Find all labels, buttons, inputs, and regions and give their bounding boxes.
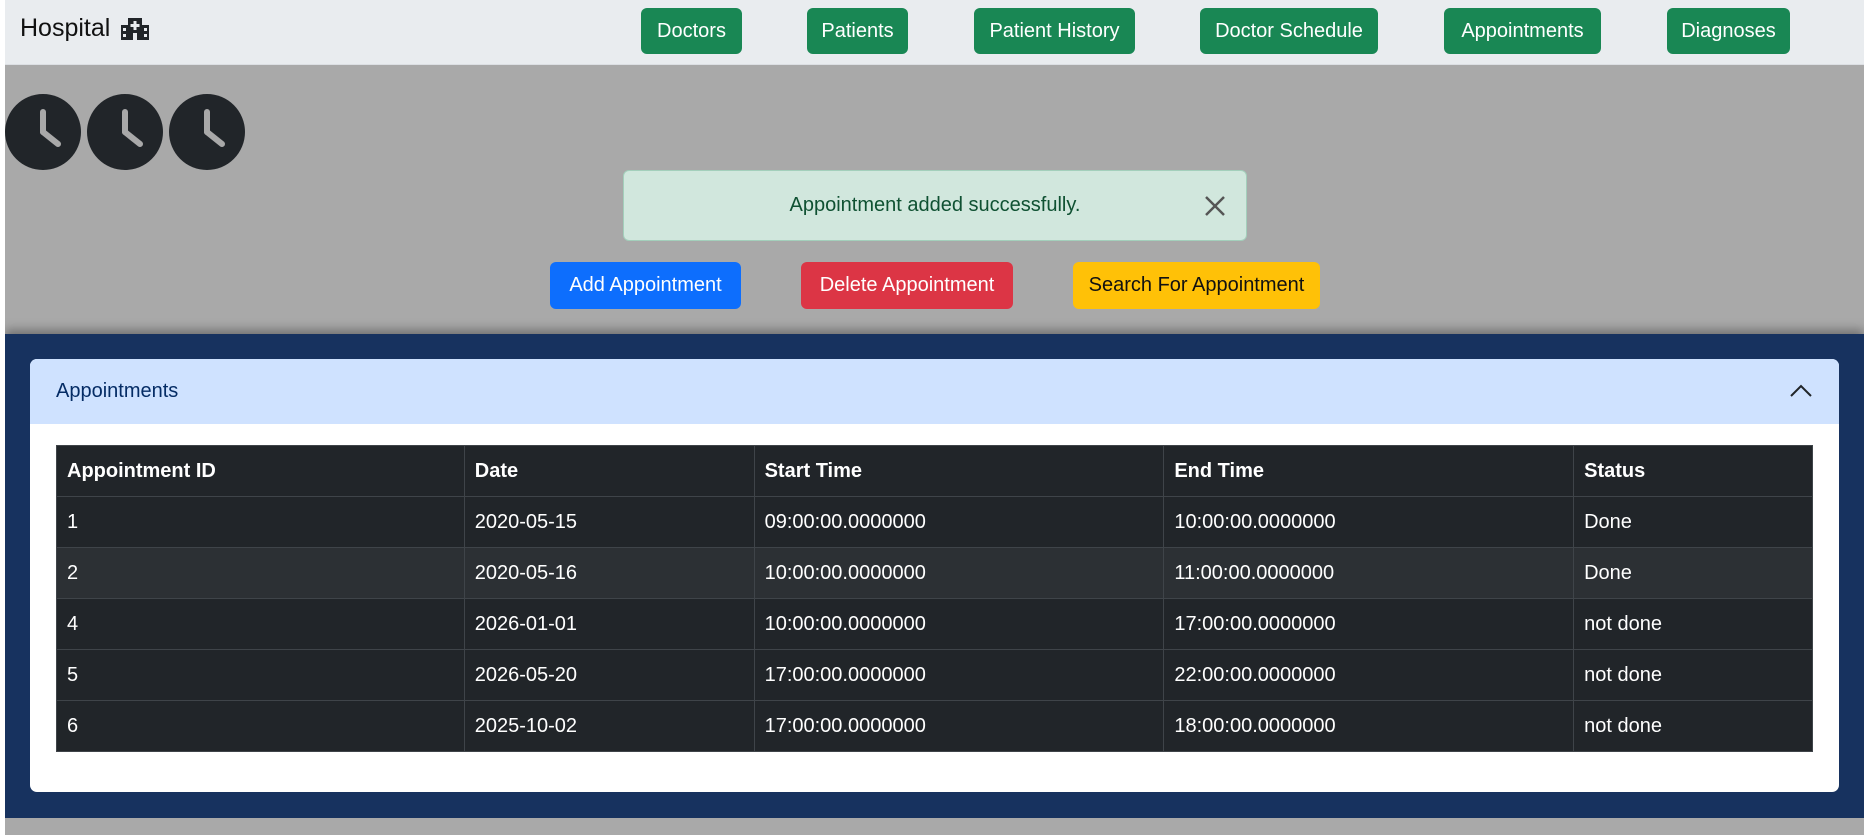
column-header-appointment-id: Appointment ID xyxy=(56,445,465,497)
table-header-row: Appointment ID Date Start Time End Time … xyxy=(56,445,1813,497)
cell-date: 2025-10-02 xyxy=(463,700,755,752)
table-row: 1 2020-05-15 09:00:00.0000000 10:00:00.0… xyxy=(56,496,1813,548)
bottom-background xyxy=(5,818,1864,835)
column-header-status: Status xyxy=(1573,445,1813,497)
success-alert: Appointment added successfully. xyxy=(623,170,1247,241)
clock-icon xyxy=(5,94,81,170)
alert-message: Appointment added successfully. xyxy=(789,194,1081,216)
search-appointment-button[interactable]: Search For Appointment xyxy=(1073,262,1320,309)
cell-start-time: 10:00:00.0000000 xyxy=(753,547,1165,599)
cell-end-time: 18:00:00.0000000 xyxy=(1163,700,1575,752)
cell-status: Done xyxy=(1573,496,1813,548)
table-row: 4 2026-01-01 10:00:00.0000000 17:00:00.0… xyxy=(56,598,1813,650)
cell-date: 2026-05-20 xyxy=(463,649,755,701)
cell-date: 2026-01-01 xyxy=(463,598,755,650)
page: Hospital Doctors Patients Patient Histor xyxy=(0,0,1864,835)
cell-date: 2020-05-15 xyxy=(463,496,755,548)
close-icon[interactable] xyxy=(1202,193,1228,219)
delete-appointment-button[interactable]: Delete Appointment xyxy=(801,262,1013,309)
table-row: 6 2025-10-02 17:00:00.0000000 18:00:00.0… xyxy=(56,700,1813,752)
cell-appointment-id: 2 xyxy=(56,547,465,599)
nav-doctor-schedule-button[interactable]: Doctor Schedule xyxy=(1200,8,1378,54)
cell-appointment-id: 5 xyxy=(56,649,465,701)
navbar: Hospital Doctors Patients Patient Histor xyxy=(0,0,1864,65)
cell-end-time: 10:00:00.0000000 xyxy=(1163,496,1575,548)
column-header-end-time: End Time xyxy=(1163,445,1575,497)
cell-start-time: 17:00:00.0000000 xyxy=(753,649,1165,701)
cell-appointment-id: 4 xyxy=(56,598,465,650)
card-title: Appointments xyxy=(56,380,179,402)
clock-icon xyxy=(169,94,245,170)
add-appointment-button[interactable]: Add Appointment xyxy=(550,262,741,309)
cell-end-time: 17:00:00.0000000 xyxy=(1163,598,1575,650)
nav-patients-button[interactable]: Patients xyxy=(807,8,908,54)
table-row: 5 2026-05-20 17:00:00.0000000 22:00:00.0… xyxy=(56,649,1813,701)
cell-status: not done xyxy=(1573,598,1813,650)
nav-appointments-button[interactable]: Appointments xyxy=(1444,8,1601,54)
cell-status: not done xyxy=(1573,649,1813,701)
cell-end-time: 22:00:00.0000000 xyxy=(1163,649,1575,701)
clock-icon xyxy=(87,94,163,170)
nav-doctors-button[interactable]: Doctors xyxy=(641,8,742,54)
cell-status: not done xyxy=(1573,700,1813,752)
nav-patient-history-button[interactable]: Patient History xyxy=(974,8,1135,54)
column-header-start-time: Start Time xyxy=(753,445,1165,497)
hospital-icon xyxy=(120,16,150,42)
nav-diagnoses-button[interactable]: Diagnoses xyxy=(1667,8,1790,54)
brand-title: Hospital xyxy=(20,14,111,42)
column-header-date: Date xyxy=(463,445,755,497)
appointments-table: Appointment ID Date Start Time End Time … xyxy=(56,445,1813,752)
brand[interactable]: Hospital xyxy=(20,14,150,43)
left-edge xyxy=(0,0,5,835)
cell-end-time: 11:00:00.0000000 xyxy=(1163,547,1575,599)
appointments-card: Appointments Appointment ID Date Start T… xyxy=(30,359,1839,792)
cell-start-time: 10:00:00.0000000 xyxy=(753,598,1165,650)
cell-appointment-id: 6 xyxy=(56,700,465,752)
chevron-up-icon[interactable] xyxy=(1789,381,1813,401)
cell-appointment-id: 1 xyxy=(56,496,465,548)
cell-status: Done xyxy=(1573,547,1813,599)
cell-start-time: 09:00:00.0000000 xyxy=(753,496,1165,548)
cell-date: 2020-05-16 xyxy=(463,547,755,599)
appointments-card-header[interactable]: Appointments xyxy=(30,359,1839,424)
cell-start-time: 17:00:00.0000000 xyxy=(753,700,1165,752)
table-row: 2 2020-05-16 10:00:00.0000000 11:00:00.0… xyxy=(56,547,1813,599)
